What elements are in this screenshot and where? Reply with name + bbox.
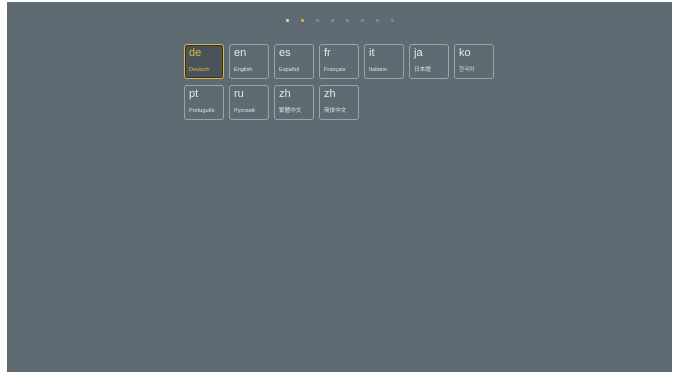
- language-code: zh: [324, 88, 336, 100]
- page-dot[interactable]: [286, 19, 289, 22]
- tv-screen: de Deutsch en English es Español fr Fran…: [7, 2, 672, 372]
- language-code: ko: [459, 47, 471, 59]
- page-dot-active[interactable]: [301, 19, 304, 22]
- language-name: Italiano: [369, 67, 388, 73]
- language-code: es: [279, 47, 291, 59]
- page-dot[interactable]: [346, 19, 349, 22]
- language-code: ja: [414, 47, 423, 59]
- language-name: 简体中文: [324, 108, 347, 114]
- language-name: Français: [324, 67, 346, 73]
- language-code: en: [234, 47, 247, 59]
- page-dot[interactable]: [391, 19, 394, 22]
- language-code: de: [189, 47, 202, 59]
- language-name: Português: [189, 108, 215, 114]
- page-indicator: [7, 19, 672, 25]
- language-name: 한국어: [459, 67, 475, 73]
- language-tile-ja[interactable]: ja 日本語: [409, 44, 449, 79]
- language-tile-it[interactable]: it Italiano: [364, 44, 404, 79]
- page-dot[interactable]: [361, 19, 364, 22]
- language-tile-de[interactable]: de Deutsch: [184, 44, 224, 79]
- language-code: it: [369, 47, 375, 59]
- language-name: Deutsch: [189, 67, 210, 73]
- language-name: 日本語: [414, 67, 431, 73]
- language-tile-zh-hans[interactable]: zh 简体中文: [319, 85, 359, 120]
- language-tile-ru[interactable]: ru Русский: [229, 85, 269, 120]
- language-code: ru: [234, 88, 244, 100]
- language-tile-zh-hant[interactable]: zh 繁體中文: [274, 85, 314, 120]
- page-dot[interactable]: [376, 19, 379, 22]
- page-dot[interactable]: [331, 19, 334, 22]
- language-code: zh: [279, 88, 291, 100]
- language-name: Español: [279, 67, 300, 73]
- language-code: pt: [189, 88, 199, 100]
- language-name: English: [234, 67, 253, 73]
- language-code: fr: [324, 47, 331, 59]
- language-tile-en[interactable]: en English: [229, 44, 269, 79]
- language-tile-fr[interactable]: fr Français: [319, 44, 359, 79]
- language-tile-es[interactable]: es Español: [274, 44, 314, 79]
- language-name: 繁體中文: [279, 108, 302, 114]
- page-dot[interactable]: [316, 19, 319, 22]
- language-tile-ko[interactable]: ko 한국어: [454, 44, 494, 79]
- language-name: Русский: [234, 108, 255, 114]
- language-tile-pt[interactable]: pt Português: [184, 85, 224, 120]
